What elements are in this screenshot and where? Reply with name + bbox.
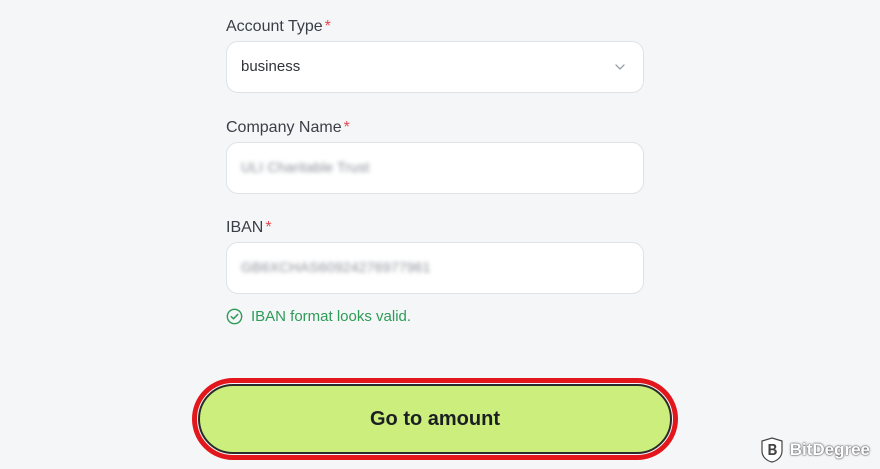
- required-mark: *: [343, 119, 350, 136]
- company-name-label: Company Name *: [226, 119, 350, 136]
- watermark-text: BitDegree: [789, 440, 870, 459]
- go-to-amount-button[interactable]: Go to amount: [198, 384, 672, 454]
- account-type-value: business: [241, 58, 301, 75]
- account-type-select[interactable]: business: [226, 41, 644, 93]
- company-name-value: ULI Charitable Trust: [241, 159, 370, 175]
- iban-label: IBAN *: [226, 219, 272, 236]
- validation-text: IBAN format looks valid.: [251, 308, 412, 325]
- iban-validation-message: IBAN format looks valid.: [226, 308, 411, 325]
- iban-field[interactable]: GB6XCHAS60924276977961: [226, 242, 644, 294]
- company-name-field[interactable]: ULI Charitable Trust: [226, 142, 644, 194]
- account-type-label: Account Type *: [226, 18, 331, 35]
- required-mark: *: [324, 18, 331, 35]
- bitdegree-logo-icon: [761, 437, 783, 463]
- bitdegree-watermark: BitDegree: [760, 437, 870, 463]
- check-circle-icon: [226, 308, 243, 325]
- iban-value: GB6XCHAS60924276977961: [241, 259, 431, 275]
- required-mark: *: [265, 219, 272, 236]
- chevron-down-icon: [615, 64, 625, 70]
